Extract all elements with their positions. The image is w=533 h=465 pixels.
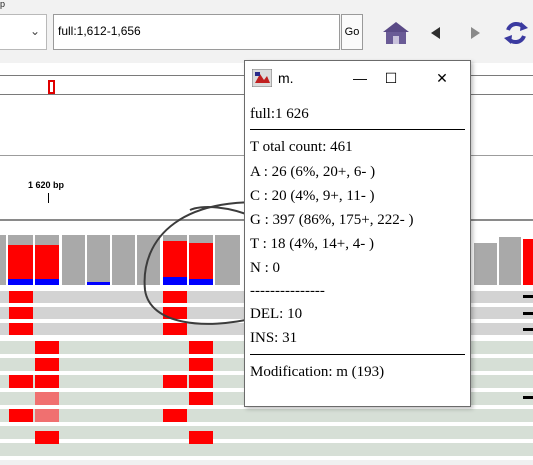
go-button[interactable]: Go xyxy=(341,14,363,50)
ruler-position-label: 1 620 bp xyxy=(28,180,65,190)
base-a-line: A : 26 (6%, 20+, 6- ) xyxy=(250,164,376,180)
total-count-line: T otal count: 461 xyxy=(250,139,353,155)
chevron-down-icon: ⌄ xyxy=(29,24,40,38)
deletion-line: DEL: 10 xyxy=(250,306,303,322)
popup-content: full:1 626 T otal count: 461 A : 26 (6%,… xyxy=(245,98,470,406)
region-of-interest-marker[interactable] xyxy=(48,80,55,94)
separator xyxy=(250,129,465,130)
arrow-left-icon[interactable] xyxy=(428,20,442,46)
locus-search-input[interactable]: full:1,612-1,656 xyxy=(53,14,340,50)
maximize-button[interactable]: ☐ xyxy=(376,61,406,97)
base-c-line: C : 20 (4%, 9+, 11- ) xyxy=(250,188,375,204)
separator xyxy=(250,354,465,355)
genome-dropdown[interactable]: ⌄ xyxy=(0,14,47,50)
minimize-button[interactable]: — xyxy=(345,61,375,97)
arrow-right-icon[interactable] xyxy=(468,20,482,46)
popup-title: m. xyxy=(278,70,294,86)
menu-fragment: p xyxy=(0,0,6,9)
position-line: full:1 626 xyxy=(250,106,309,122)
app-icon xyxy=(252,69,272,87)
dashed-separator: --------------- xyxy=(250,283,325,299)
insertion-line: INS: 31 xyxy=(250,330,298,346)
ruler-tick xyxy=(48,193,49,203)
close-button[interactable]: ✕ xyxy=(427,61,457,97)
popup-titlebar[interactable]: m. — ☐ ✕ xyxy=(245,61,470,97)
toolbar: p ⌄ full:1,612-1,656 Go xyxy=(0,0,533,63)
base-info-popup[interactable]: m. — ☐ ✕ full:1 626 T otal count: 461 A … xyxy=(244,60,471,407)
home-icon[interactable] xyxy=(381,20,411,46)
base-n-line: N : 0 xyxy=(250,260,280,276)
base-t-line: T : 18 (4%, 14+, 4- ) xyxy=(250,236,374,252)
refresh-icon[interactable] xyxy=(502,19,530,47)
modification-line: Modification: m (193) xyxy=(250,364,385,380)
base-g-line: G : 397 (86%, 175+, 222- ) xyxy=(250,212,414,228)
